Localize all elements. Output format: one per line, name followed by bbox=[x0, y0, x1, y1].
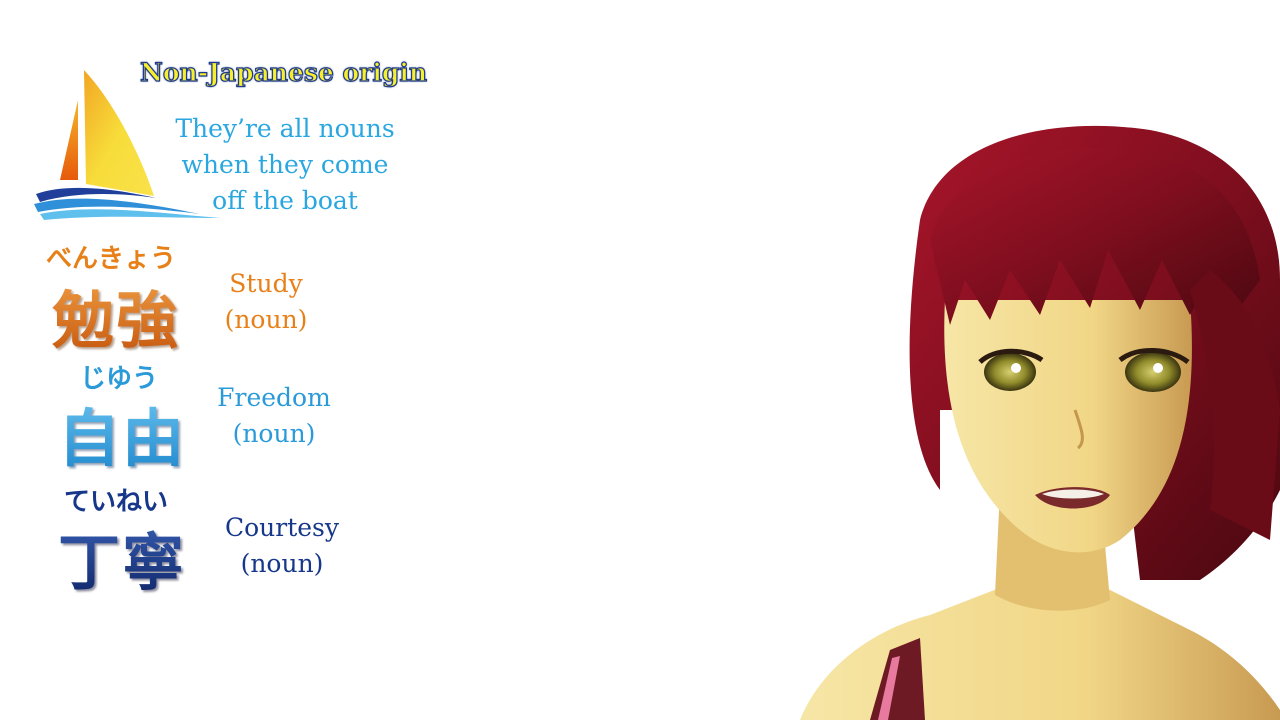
kanji: 勉強 bbox=[52, 270, 180, 360]
meaning: Freedom (noun) bbox=[204, 380, 344, 452]
meaning: Courtesy (noun) bbox=[212, 510, 352, 582]
subtitle-line: They’re all nouns bbox=[175, 114, 395, 143]
part-of-speech: (noun) bbox=[224, 305, 308, 334]
anime-girl-illustration bbox=[800, 125, 1280, 720]
subtitle-line: when they come bbox=[181, 150, 389, 179]
boat-sail-right bbox=[84, 70, 154, 196]
boat-sail-left bbox=[60, 100, 78, 180]
part-of-speech: (noun) bbox=[232, 419, 316, 448]
character-eye-left bbox=[984, 353, 1036, 391]
character-eye-right bbox=[1125, 352, 1181, 392]
meaning-word: Freedom bbox=[217, 383, 331, 412]
section-title: Non-Japanese origin bbox=[139, 57, 428, 87]
meaning-word: Study bbox=[229, 269, 303, 298]
meaning-word: Courtesy bbox=[224, 513, 340, 542]
kanji: 丁寧 bbox=[58, 512, 186, 602]
subtitle: They’re all nouns when they come off the… bbox=[150, 111, 420, 219]
kanji: 自由 bbox=[58, 388, 186, 478]
subtitle-line: off the boat bbox=[212, 186, 358, 215]
part-of-speech: (noun) bbox=[240, 549, 324, 578]
meaning: Study (noun) bbox=[206, 266, 326, 338]
